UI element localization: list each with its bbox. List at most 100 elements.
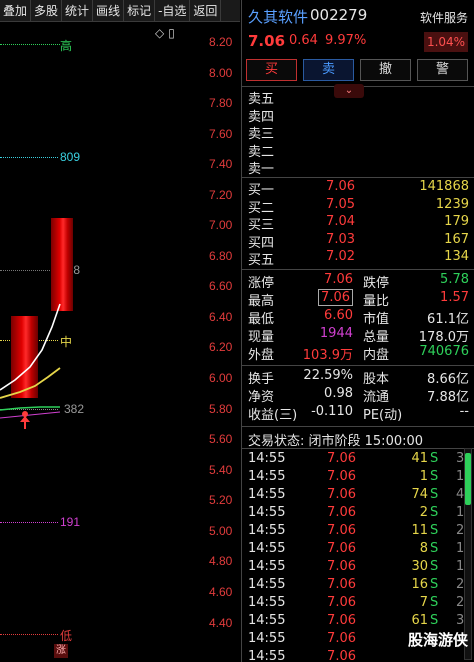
trade-volume: 2 [419,505,428,520]
buy-button[interactable]: 买 [246,59,297,81]
trade-price: 7.06 [327,451,356,466]
trade-side: S [430,595,439,610]
axis-tick: 7.60 [209,127,233,141]
toolbar-statistics[interactable]: 统计 [62,0,94,22]
trade-side: S [430,559,439,574]
axis-tick: 4.80 [209,554,233,568]
stat-value: 5.78 [440,272,469,287]
trade-actions: 买 卖 撤 警 [246,59,468,81]
stat-value: 0.98 [324,386,353,401]
stat-label: 最高 [248,294,275,309]
stat-value: 61.1亿 [427,312,469,327]
stat-value: -0.110 [311,404,353,419]
stat-label: 换手 [248,372,275,387]
scrollbar-thumb[interactable] [465,453,471,505]
trade-volume: 41 [411,451,428,466]
trade-row: 14:55 7.06 [242,649,464,662]
trade-volume: 30 [411,559,428,574]
stock-code: 002279 [310,6,368,24]
stat-row: 最低 6.60 市值 61.1亿 [242,308,474,327]
bid-price: 7.06 [326,179,355,194]
stat-value: 7.06 [297,289,353,306]
trade-price: 7.06 [327,541,356,556]
stat-value: 740676 [419,344,469,359]
sector-change-badge[interactable]: 1.04% [424,32,468,52]
bid-volume: 141868 [419,179,469,194]
trade-time: 14:55 [248,523,286,538]
toolbar-multi-stock[interactable]: 多股 [31,0,63,22]
axis-tick: 7.00 [209,218,233,232]
stat-value: -- [459,404,469,419]
trade-time: 14:55 [248,505,286,520]
quote-panel: 久其软件 002279 软件服务 7.06 0.64 9.97% 1.04% 买… [241,0,474,662]
bid-row-5: 买五 7.02 134 [242,249,474,268]
ask-row-3: 卖三 [242,123,474,142]
bid-volume: 179 [444,214,469,229]
toolbar-mark[interactable]: 标记 [124,0,156,22]
trade-price: 7.06 [327,649,356,662]
trade-row: 14:55 7.06 7 S 2 [242,595,464,612]
trade-price: 7.06 [327,631,356,646]
stat-row: 换手 22.59% 股本 8.66亿 [242,368,474,387]
stat-row: 涨停 7.06 跌停 5.78 [242,272,474,291]
axis-tick: 5.40 [209,463,233,477]
stat-label: 总量 [363,330,390,345]
axis-tick: 6.00 [209,371,233,385]
cancel-order-button[interactable]: 撤 [360,59,411,81]
chart-toolbar: 叠加 多股 统计 画线 标记 -自选 返回 [0,0,240,22]
stock-header: 久其软件 002279 软件服务 7.06 0.64 9.97% 1.04% [242,0,474,56]
bid-label: 买五 [248,253,275,268]
stat-label: 内盘 [363,348,390,363]
axis-tick: 4.60 [209,585,233,599]
divider [242,426,474,427]
stat-label: 市值 [363,312,390,327]
trade-price: 7.06 [327,613,356,628]
axis-tick: 7.40 [209,157,233,171]
axis-tick: 8.20 [209,35,233,49]
price-alert-button[interactable]: 警 [417,59,468,81]
trade-time: 14:55 [248,469,286,484]
stat-row: 现量 1944 总量 178.0万 [242,326,474,345]
sector-name[interactable]: 软件服务 [420,9,468,26]
kline-chart[interactable]: ◇ ▯ 高 809 618 中 382 191 低 涨 8.20 8.00 7.… [0,22,240,662]
trade-price: 7.06 [327,595,356,610]
toolbar-draw-line[interactable]: 画线 [93,0,125,22]
high-price-box: 7.06 [318,289,353,306]
stat-value: 1.57 [440,290,469,305]
stat-label: 流通 [363,390,390,405]
toolbar-back[interactable]: 返回 [190,0,222,22]
trade-volume: 1 [419,469,428,484]
trade-time: 14:55 [248,631,286,646]
trade-side: S [430,613,439,628]
toolbar-remove-watchlist[interactable]: -自选 [155,0,191,22]
trade-price: 7.06 [327,469,356,484]
stat-label: 跌停 [363,276,390,291]
stat-value: 6.60 [324,308,353,323]
trade-side: S [430,451,439,466]
ask-row-2: 卖二 [242,141,474,160]
bid-volume: 134 [444,249,469,264]
axis-tick: 6.80 [209,249,233,263]
divider [242,177,474,178]
trade-price: 7.06 [327,559,356,574]
trade-side: S [430,541,439,556]
sell-button[interactable]: 卖 [303,59,354,81]
axis-tick: 5.60 [209,432,233,446]
trade-row: 14:55 7.06 16 S 2 [242,577,464,594]
bid-volume: 1239 [435,197,469,212]
trade-row: 14:55 7.06 41 S 3 [242,451,464,468]
trade-time: 14:55 [248,649,286,662]
watermark-text: 股海游侠 [407,631,468,649]
last-price: 7.06 [248,32,286,50]
axis-tick: 5.00 [209,524,233,538]
bid-label: 买一 [248,183,275,198]
axis-tick: 4.40 [209,616,233,630]
stat-label: 净资 [248,390,275,405]
toolbar-overlay[interactable]: 叠加 [0,0,32,22]
trade-time: 14:55 [248,451,286,466]
moving-average-lines [0,303,61,419]
bid-row-4: 买四 7.03 167 [242,232,474,251]
ask-label: 卖一 [248,162,275,177]
price-change-pct: 9.97% [325,33,367,48]
bid-price: 7.03 [326,232,355,247]
